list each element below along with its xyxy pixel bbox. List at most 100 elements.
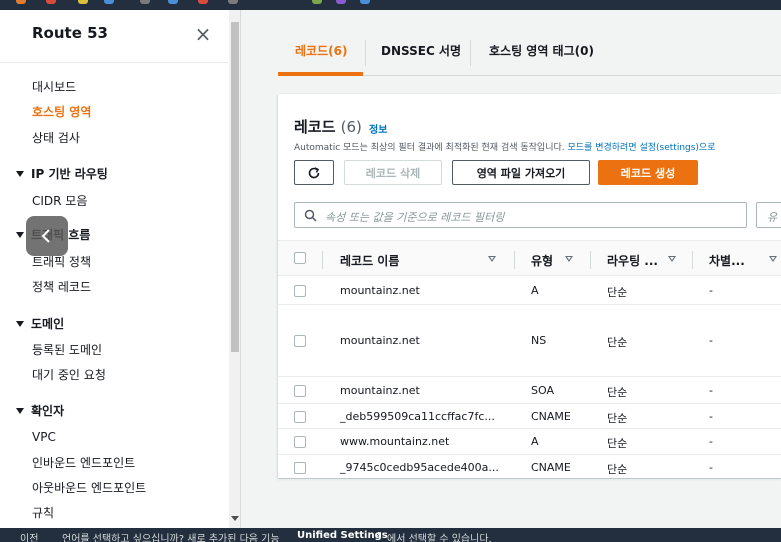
- cell-record-name: _deb599509ca11ccffac7fc...: [340, 410, 495, 423]
- sidebar-title: Route 53: [32, 24, 108, 42]
- column-header-type[interactable]: 유형: [531, 252, 553, 269]
- cell-type: CNAME: [531, 410, 571, 423]
- chevron-left-icon: [41, 229, 50, 243]
- column-header-differentiator[interactable]: 차별...: [709, 252, 745, 269]
- caret-down-icon: [16, 171, 24, 177]
- top-strip-tab-marker: [312, 0, 322, 4]
- records-search-input[interactable]: 속성 또는 값을 기준으로 레코드 필터링: [294, 202, 747, 228]
- delete-record-button[interactable]: 레코드 삭제: [344, 160, 442, 185]
- sidebar-item-cidr-collections[interactable]: CIDR 모음: [32, 192, 87, 209]
- cell-record-name: mountainz.net: [340, 334, 420, 347]
- table-row[interactable]: _deb599509ca11ccffac7fc... CNAME 단순 -: [278, 404, 781, 429]
- sidebar-item-health-checks[interactable]: 상태 검사: [32, 129, 80, 146]
- tab-records[interactable]: 레코드(6): [295, 42, 347, 59]
- row-checkbox[interactable]: [294, 462, 306, 474]
- top-strip-tab-marker: [104, 0, 114, 4]
- table-row[interactable]: mountainz.net NS 단순 -: [278, 305, 781, 377]
- description-text: Automatic 모드는 최상의 필터 결과에 최적화된 현재 검색 동작입니…: [294, 143, 568, 153]
- sort-down-icon[interactable]: [488, 256, 496, 262]
- sidebar-item-policy-records[interactable]: 정책 레코드: [32, 278, 91, 295]
- column-separator: [590, 251, 591, 269]
- cell-differentiator: -: [709, 334, 713, 347]
- info-link[interactable]: 정보: [369, 121, 387, 136]
- external-link-icon: ↗: [374, 530, 383, 541]
- sidebar-section-label: 도메인: [31, 317, 65, 331]
- settings-link[interactable]: 모드를 변경하려면 설정(settings)으로: [568, 143, 716, 153]
- sort-down-icon[interactable]: [668, 256, 676, 262]
- collapse-sidebar-button[interactable]: [26, 216, 68, 256]
- refresh-icon: [308, 166, 320, 178]
- scroll-down-arrow-icon[interactable]: [231, 516, 239, 521]
- cell-routing-policy: 단순: [607, 437, 628, 450]
- cell-differentiator: -: [709, 384, 713, 397]
- cell-record-name: mountainz.net: [340, 284, 420, 297]
- sidebar-section-domains[interactable]: 도메인: [16, 315, 64, 332]
- cell-routing-policy: 단순: [607, 336, 628, 349]
- table-row[interactable]: mountainz.net SOA 단순 -: [278, 377, 781, 404]
- cell-type: SOA: [531, 384, 554, 397]
- sidebar-divider: [0, 62, 228, 63]
- sort-down-icon[interactable]: [769, 256, 777, 262]
- sidebar-section-label: 확인자: [31, 404, 65, 418]
- cell-record-name: mountainz.net: [340, 384, 420, 397]
- row-checkbox[interactable]: [294, 335, 306, 347]
- table-row[interactable]: www.mountainz.net A 단순 -: [278, 429, 781, 455]
- row-checkbox[interactable]: [294, 411, 306, 423]
- row-checkbox[interactable]: [294, 385, 306, 397]
- refresh-button[interactable]: [294, 160, 334, 185]
- cell-type: CNAME: [531, 461, 571, 474]
- table-row[interactable]: mountainz.net A 단순 -: [278, 276, 781, 305]
- top-strip-tab-marker: [46, 0, 56, 4]
- tab-hosted-zone-tags[interactable]: 호스팅 영역 태그(0): [489, 42, 594, 59]
- sidebar-item-hosted-zones[interactable]: 호스팅 영역: [32, 103, 91, 120]
- cell-type: A: [531, 435, 539, 448]
- top-strip-tab-marker: [360, 0, 370, 4]
- import-zone-file-button[interactable]: 영역 파일 가져오기: [452, 160, 590, 185]
- active-tab-indicator: [278, 72, 363, 76]
- sidebar-section-label: IP 기반 라우팅: [31, 167, 108, 181]
- cell-routing-policy: 단순: [607, 463, 628, 476]
- cell-record-name: _9745c0cedb95acede400a...: [340, 461, 499, 474]
- table-row[interactable]: _9745c0cedb95acede400a... CNAME 단순 -: [278, 455, 781, 480]
- close-icon[interactable]: ×: [193, 24, 213, 44]
- select-all-checkbox[interactable]: [294, 252, 306, 264]
- tab-separator: [470, 40, 471, 66]
- sidebar-item-rules[interactable]: 규칙: [32, 504, 54, 521]
- cell-differentiator: -: [709, 410, 713, 423]
- panel-description: Automatic 모드는 최상의 필터 결과에 최적화된 현재 검색 동작입니…: [294, 140, 716, 153]
- top-strip-tab-marker: [168, 0, 178, 4]
- sidebar-item-outbound-endpoints[interactable]: 아웃바운드 엔드포인트: [32, 479, 146, 496]
- top-strip-tab-marker: [228, 0, 238, 4]
- row-checkbox[interactable]: [294, 285, 306, 297]
- sidebar-section-ip-routing[interactable]: IP 기반 라우팅: [16, 165, 108, 182]
- sidebar-scrollbar-thumb[interactable]: [231, 22, 239, 352]
- records-panel: 레코드 (6) 정보 Automatic 모드는 최상의 필터 결과에 최적화된…: [278, 94, 781, 480]
- top-strip-tab-marker: [198, 0, 208, 4]
- column-separator: [322, 251, 323, 269]
- caret-down-icon: [16, 232, 24, 238]
- column-header-record-name[interactable]: 레코드 이름: [340, 252, 399, 269]
- tab-bar: 레코드(6) DNSSEC 서명 호스팅 영역 태그(0): [278, 32, 781, 76]
- sidebar-item-vpc[interactable]: VPC: [32, 430, 56, 444]
- column-header-routing-policy[interactable]: 라우팅 ...: [607, 252, 658, 269]
- browser-top-strip: [0, 0, 781, 10]
- sidebar-item-inbound-endpoints[interactable]: 인바운드 엔드포인트: [32, 454, 135, 471]
- cell-differentiator: -: [709, 435, 713, 448]
- panel-title: 레코드 (6): [294, 116, 362, 137]
- sort-down-icon[interactable]: [565, 256, 573, 262]
- type-filter-input[interactable]: 유: [756, 202, 781, 228]
- sidebar-item-pending-requests[interactable]: 대기 중인 요청: [32, 366, 106, 383]
- tab-dnssec-signing[interactable]: DNSSEC 서명: [381, 42, 461, 59]
- sidebar-item-registered-domains[interactable]: 등록된 도메인: [32, 341, 102, 358]
- cell-routing-policy: 단순: [607, 386, 628, 399]
- caret-down-icon: [16, 321, 24, 327]
- cell-differentiator: -: [709, 461, 713, 474]
- tab-separator: [365, 40, 366, 66]
- caret-down-icon: [16, 408, 24, 414]
- create-record-button[interactable]: 레코드 생성: [598, 160, 698, 185]
- sidebar-section-resolver[interactable]: 확인자: [16, 402, 64, 419]
- row-checkbox[interactable]: [294, 436, 306, 448]
- sidebar-item-dashboard[interactable]: 대시보드: [32, 78, 76, 95]
- search-placeholder: 속성 또는 값을 기준으로 레코드 필터링: [325, 211, 505, 224]
- table-header: 레코드 이름 유형 라우팅 ... 차별...: [278, 240, 781, 276]
